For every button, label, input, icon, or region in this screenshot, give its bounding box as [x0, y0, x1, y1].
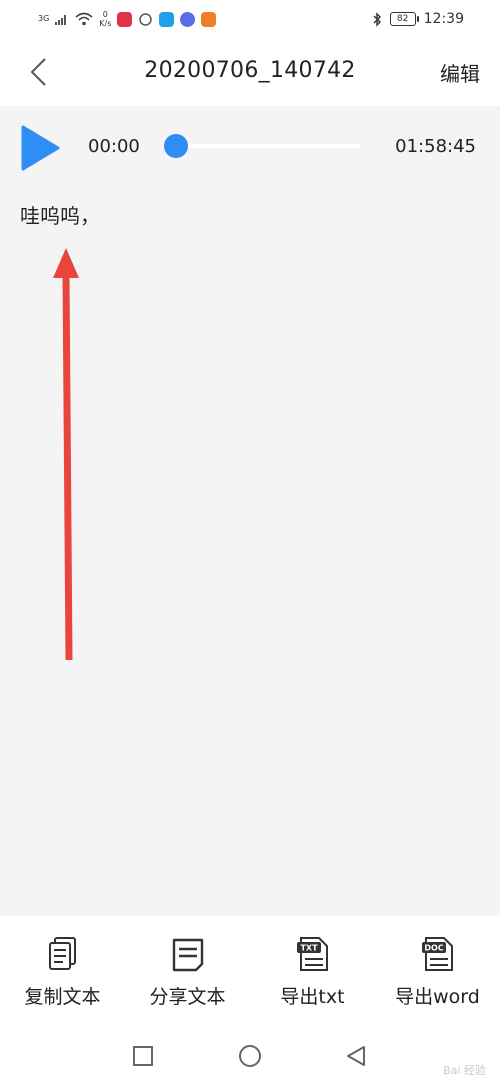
share-text-icon [172, 938, 203, 972]
nav-back-button[interactable] [344, 1044, 368, 1068]
export-word-button[interactable]: DOC 导出word [375, 936, 500, 1016]
transcript-text: 哇呜呜， [20, 204, 100, 228]
export-txt-button[interactable]: TXT 导出txt [250, 936, 375, 1016]
header-bar: 20200706_140742 编辑 [0, 38, 500, 106]
video-app-icon [201, 11, 217, 27]
system-nav-bar: Bai 经验 [0, 1026, 500, 1084]
battery-level: 82 [396, 14, 409, 24]
red-app-icon [117, 11, 133, 27]
copy-text-icon [48, 937, 76, 970]
progress-thumb[interactable] [164, 134, 188, 158]
main-content: 00:00 01:58:45 哇呜呜， [0, 106, 500, 916]
battery-indicator: 82 [389, 12, 419, 26]
doc-badge: DOC [424, 944, 443, 953]
status-bar: 3G 0 K/s 82 12:39 [0, 0, 500, 38]
export-txt-icon: TXT [296, 937, 328, 971]
signal-icon [55, 15, 67, 25]
circle-icon [239, 1045, 261, 1067]
music-app-icon [180, 11, 196, 27]
annotation-arrow-head [53, 248, 79, 278]
bulb-app-icon [159, 11, 175, 27]
triangle-back-icon [347, 1046, 365, 1066]
export-word-icon: DOC [421, 937, 453, 971]
network-speed-value: 0 [102, 10, 108, 19]
status-right: 82 12:39 [372, 11, 464, 27]
copy-text-label: 复制文本 [24, 986, 101, 1008]
edit-button[interactable]: 编辑 [440, 58, 480, 87]
total-time: 01:58:45 [395, 136, 476, 157]
audio-player: 00:00 01:58:45 [0, 106, 500, 186]
square-icon [133, 1046, 153, 1066]
play-button[interactable] [20, 124, 60, 172]
bluetooth-icon [373, 11, 381, 27]
network-type-label: 3G [38, 14, 50, 23]
play-icon [21, 125, 60, 171]
ring-app-icon [139, 12, 153, 26]
annotation-arrow-shaft [62, 275, 73, 661]
current-time: 00:00 [88, 136, 140, 157]
status-left: 3G 0 K/s [38, 10, 217, 28]
bottom-toolbar: 复制文本 分享文本 TXT 导出txt DOC 导出word [0, 916, 500, 1026]
share-text-label: 分享文本 [149, 986, 226, 1008]
export-txt-label: 导出txt [280, 986, 345, 1008]
status-clock: 12:39 [423, 11, 464, 27]
share-text-button[interactable]: 分享文本 [125, 936, 250, 1016]
network-speed: 0 K/s [99, 10, 111, 28]
network-speed-unit: K/s [99, 19, 112, 28]
recents-button[interactable] [131, 1044, 155, 1068]
progress-track[interactable] [176, 144, 360, 148]
export-word-label: 导出word [395, 986, 480, 1008]
watermark: Bai 经验 [443, 1064, 486, 1077]
txt-badge: TXT [300, 944, 318, 953]
wifi-icon [75, 12, 93, 26]
copy-text-button[interactable]: 复制文本 [0, 936, 125, 1016]
home-button[interactable] [238, 1044, 262, 1068]
page-title: 20200706_140742 [144, 58, 356, 83]
